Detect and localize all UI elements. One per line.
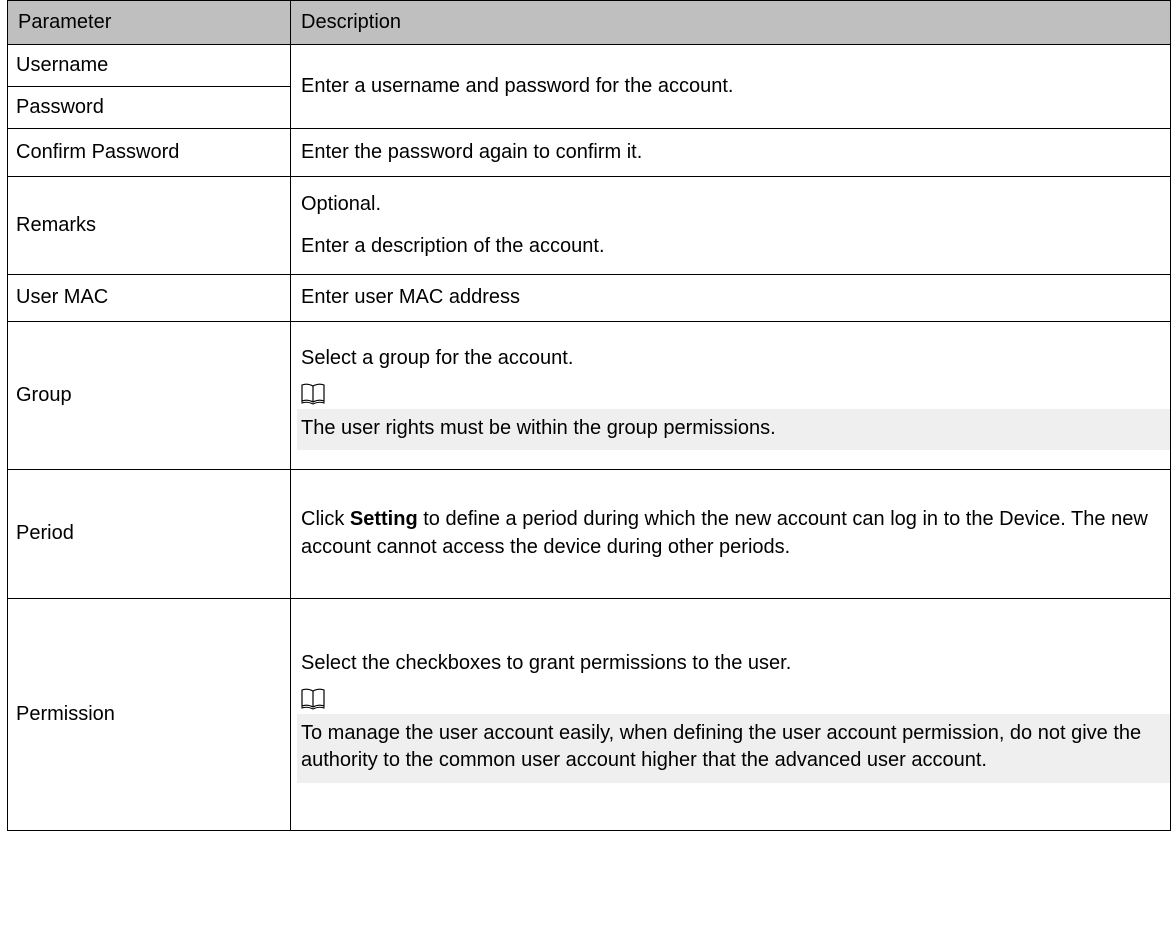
table-row-username: Username Enter a username and password f… — [7, 44, 1171, 129]
param-remarks: Remarks — [7, 176, 291, 275]
param-password: Password — [7, 86, 291, 129]
permission-note: To manage the user account easily, when … — [297, 713, 1170, 783]
desc-remarks-line-2: Enter a description of the account. — [301, 234, 605, 257]
param-group: Group — [7, 321, 291, 470]
param-period: Period — [7, 469, 291, 599]
param-username: Username — [7, 44, 291, 87]
setting-keyword: Setting — [349, 508, 418, 531]
table-row-confirm-password: Confirm Password Enter the password agai… — [7, 128, 1171, 177]
table-row-period: Period Click Setting to define a period … — [7, 469, 1171, 599]
desc-group-text: Select a group for the account. — [301, 346, 574, 369]
desc-remarks-line-1: Optional. — [301, 192, 382, 215]
header-description: Description — [290, 0, 1171, 45]
table-header-row: Parameter Description — [7, 0, 1171, 45]
group-note: The user rights must be within the group… — [297, 408, 1170, 451]
table-row-group: Group Select a group for the account. Th… — [7, 321, 1171, 470]
desc-period-text: Click Setting to define a period during … — [301, 506, 1160, 561]
desc-username-password: Enter a username and password for the ac… — [290, 44, 1171, 129]
param-permission: Permission — [7, 598, 291, 831]
desc-username-password-text: Enter a username and password for the ac… — [301, 74, 734, 97]
desc-user-mac: Enter user MAC address — [290, 274, 1171, 322]
table-row-permission: Permission Select the checkboxes to gran… — [7, 598, 1171, 831]
desc-confirm-password: Enter the password again to confirm it. — [290, 128, 1171, 177]
desc-period-suffix: to define a period during which the new … — [301, 508, 1148, 558]
desc-period-prefix: Click — [301, 508, 350, 531]
book-note-icon — [301, 383, 325, 405]
table-row-remarks: Remarks Optional. Enter a description of… — [7, 176, 1171, 275]
table-row-user-mac: User MAC Enter user MAC address — [7, 274, 1171, 322]
parameter-table: Parameter Description Username Enter a u… — [7, 0, 1171, 831]
desc-group: Select a group for the account. The user… — [290, 321, 1171, 470]
param-user-mac: User MAC — [7, 274, 291, 322]
desc-permission: Select the checkboxes to grant permissio… — [290, 598, 1171, 831]
header-parameter: Parameter — [7, 0, 291, 45]
desc-remarks: Optional. Enter a description of the acc… — [290, 176, 1171, 275]
desc-period: Click Setting to define a period during … — [290, 469, 1171, 599]
param-confirm-password: Confirm Password — [7, 128, 291, 177]
desc-permission-text: Select the checkboxes to grant permissio… — [301, 652, 792, 675]
book-note-icon — [301, 688, 325, 710]
